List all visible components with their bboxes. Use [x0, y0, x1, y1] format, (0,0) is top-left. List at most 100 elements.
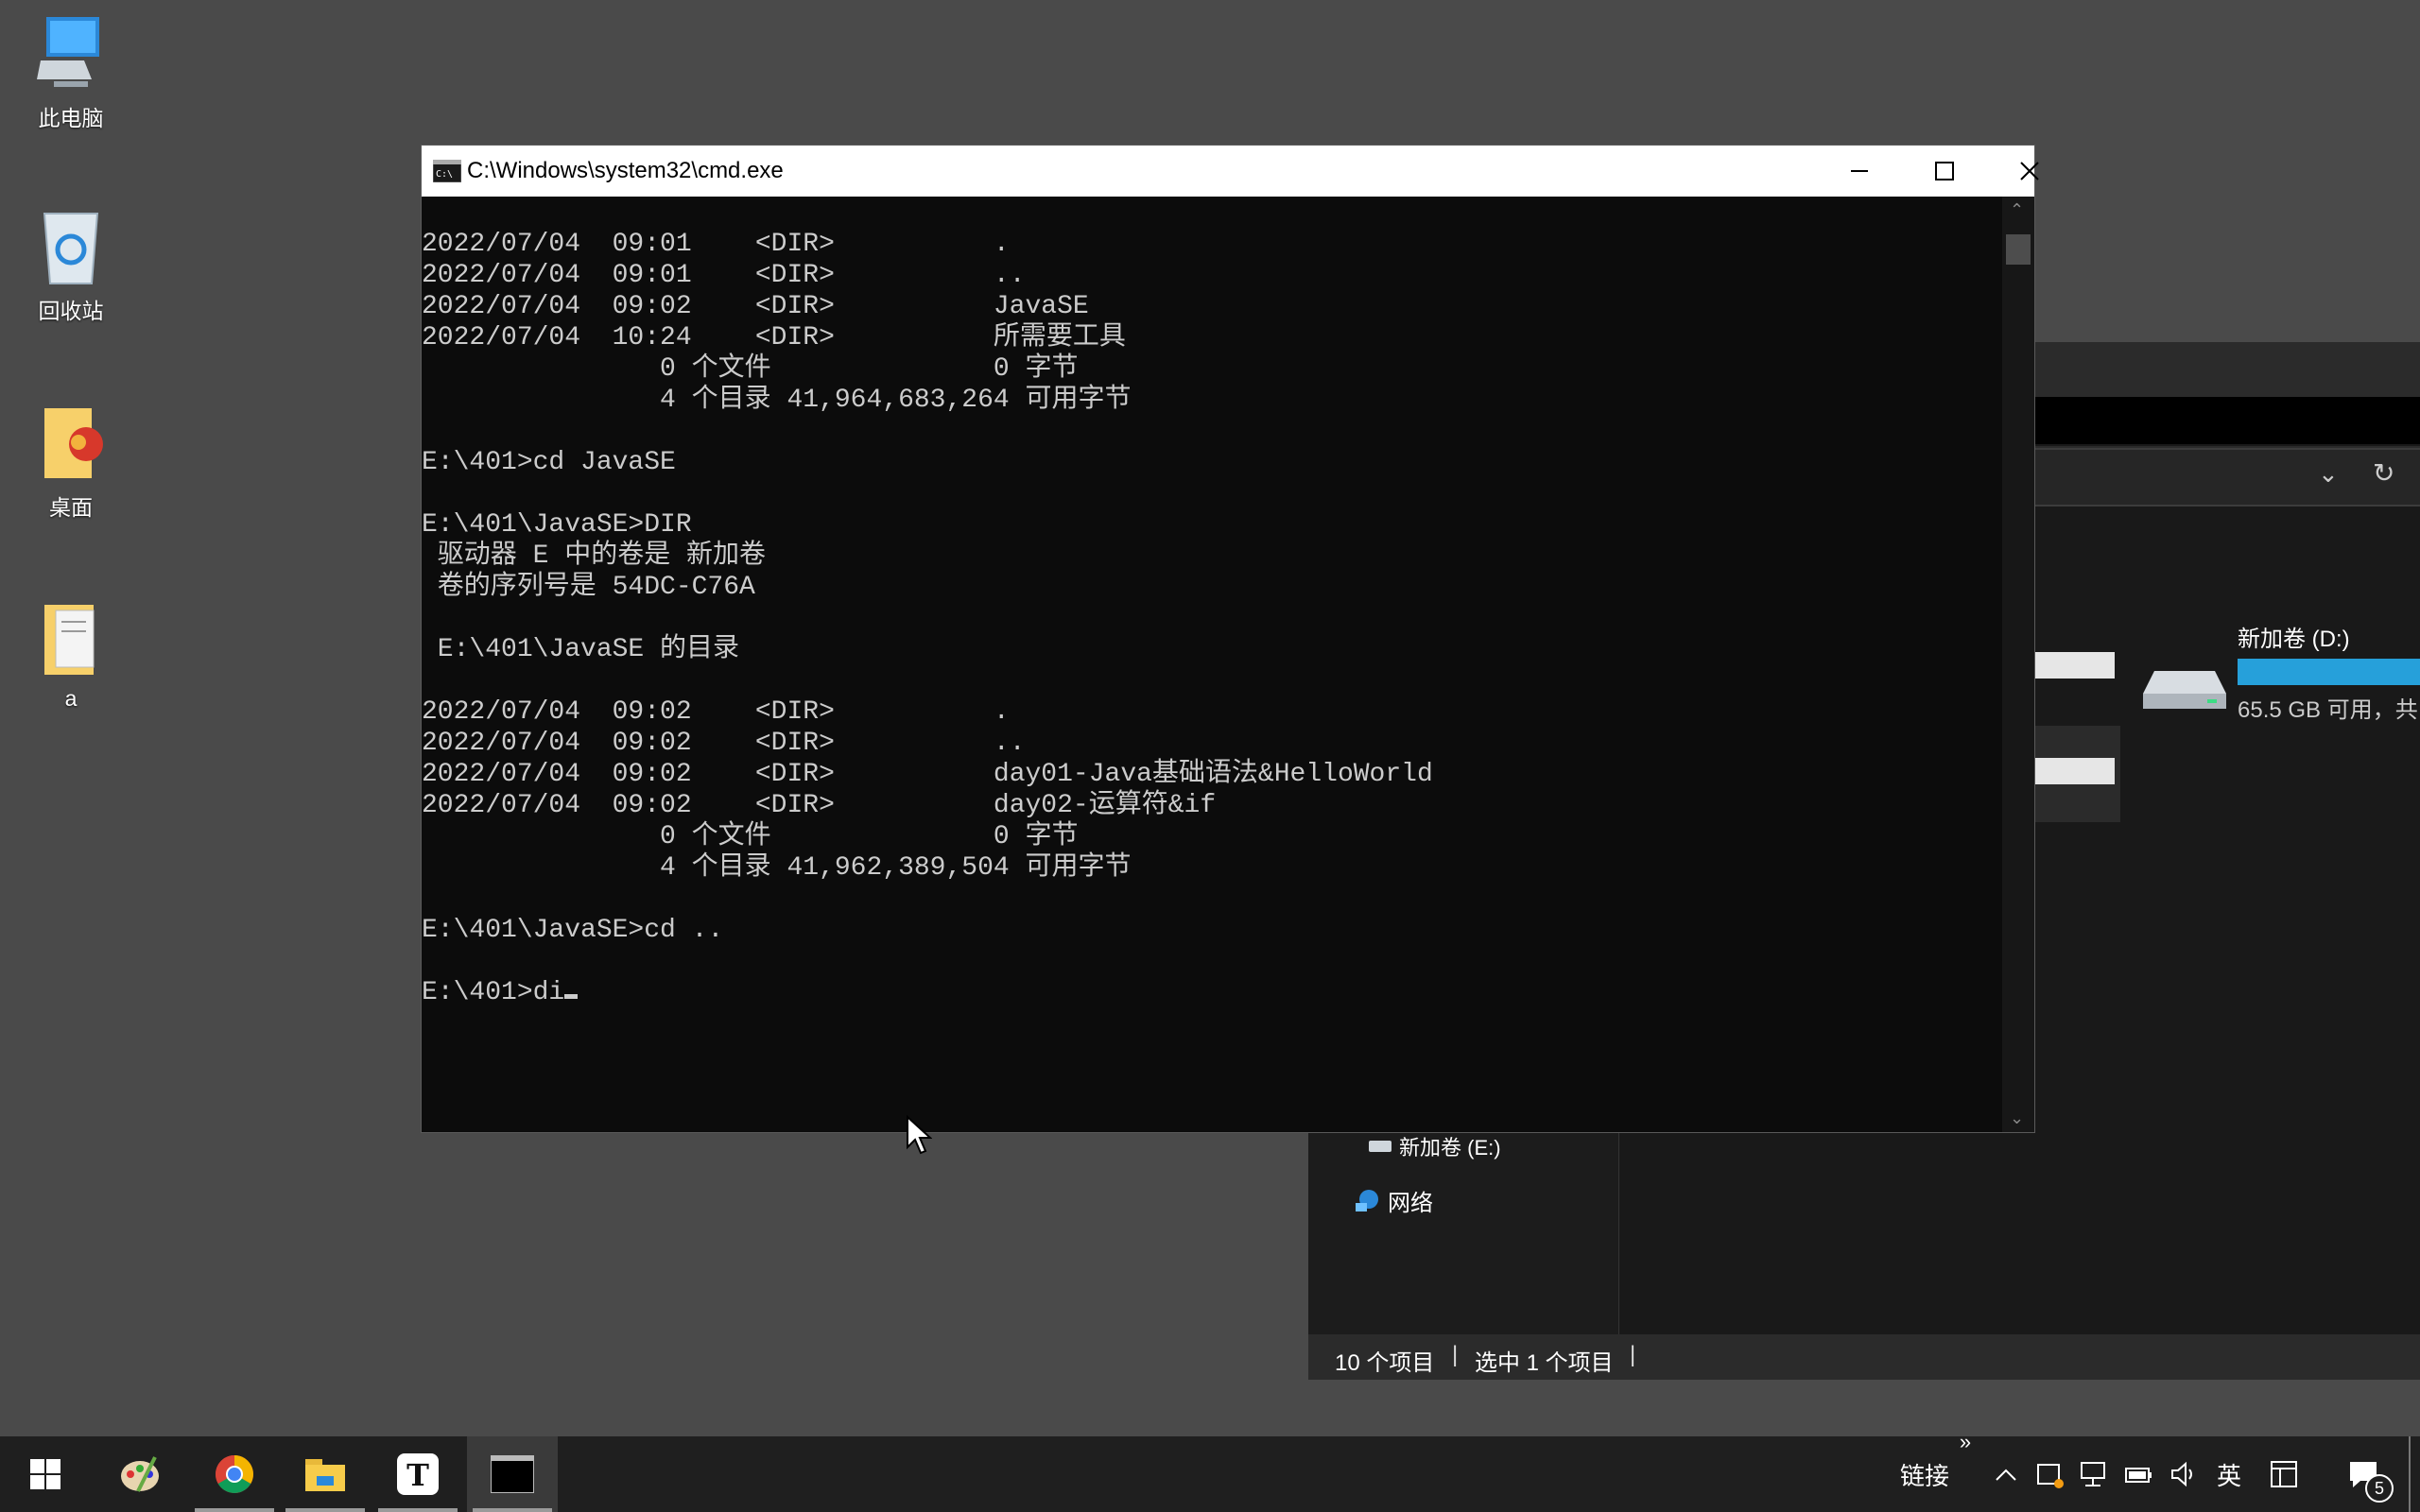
cmd-line: 4 个目录 41,964,683,264 可用字节 [422, 386, 1132, 415]
start-button[interactable] [0, 1436, 91, 1512]
hard-drive-icon [2143, 671, 2226, 709]
cmd-icon: C:\ [433, 160, 461, 182]
taskbar-app-typora[interactable]: T [372, 1436, 463, 1512]
scroll-up-icon[interactable]: ⌃ [2010, 200, 2024, 220]
running-indicator [378, 1508, 458, 1512]
drive-d-tile[interactable]: 新加卷 (D:) 65.5 GB 可用，共 [2238, 620, 2420, 724]
cmd-title-bar[interactable]: C:\ C:\Windows\system32\cmd.exe [422, 146, 2039, 197]
ime-label: 英 [2216, 1461, 2241, 1490]
taskbar-app-file-explorer[interactable] [280, 1436, 371, 1512]
scroll-down-icon[interactable]: ⌄ [2010, 1108, 2024, 1128]
desktop-icon-folder-a[interactable]: a [19, 599, 123, 712]
taskbar-app-chrome[interactable] [189, 1436, 280, 1512]
cmd-icon [491, 1455, 534, 1493]
ime-language-button[interactable]: 英 [2210, 1436, 2248, 1512]
selected-tile-bg [2035, 726, 2120, 822]
battery-icon [2125, 1468, 2152, 1483]
cmd-window-title: C:\Windows\system32\cmd.exe [467, 158, 784, 183]
chevron-down-icon[interactable]: ⌄ [2318, 459, 2339, 489]
speaker-icon [2171, 1461, 2192, 1487]
cmd-line: 2022/07/04 09:02 <DIR> day01-Java基础语法&He… [422, 760, 1433, 789]
notification-center-button[interactable]: 5 [2335, 1436, 2394, 1512]
network-icon [1356, 1189, 1378, 1211]
nav-item-drive-e[interactable]: 新加卷 (E:) [1369, 1131, 1501, 1161]
paint-icon [121, 1456, 159, 1492]
running-indicator [195, 1508, 274, 1512]
cmd-line: 2022/07/04 09:01 <DIR> . [422, 230, 1010, 259]
cmd-window[interactable]: C:\ C:\Windows\system32\cmd.exe 2022/07/… [421, 145, 2039, 1133]
chevron-up-icon [1996, 1469, 2016, 1481]
cmd-line: E:\401\JavaSE>cd .. [422, 916, 724, 945]
desktop-icon-label: 回收站 [38, 299, 104, 323]
scrollbar-thumb[interactable] [2006, 234, 2031, 265]
drive-d-free-space: 65.5 GB 可用，共 [2238, 697, 2418, 723]
show-hidden-icons-button[interactable] [1989, 1436, 2023, 1512]
cmd-line: 2022/07/04 09:01 <DIR> .. [422, 261, 1026, 290]
svg-text:C:\: C:\ [436, 169, 453, 180]
update-icon [2037, 1464, 2064, 1488]
toolbar-overflow-button[interactable]: » [1951, 1423, 1979, 1461]
ime-mode-icon [2271, 1461, 2297, 1487]
svg-text:T: T [406, 1457, 429, 1493]
typora-icon: T [397, 1453, 439, 1495]
status-selected-count: 选中 1 个项目 [1475, 1350, 1614, 1376]
drive-icon [1369, 1141, 1392, 1152]
overflow-label: » [1959, 1430, 1972, 1453]
maximize-button[interactable] [1902, 146, 1987, 197]
cmd-line: 驱动器 E 中的卷是 新加卷 [422, 541, 767, 571]
drive-d-usage-bar [2238, 659, 2420, 685]
cmd-line: E:\401>cd JavaSE [422, 448, 676, 477]
close-icon [2020, 162, 2039, 180]
cmd-line: 2022/07/04 09:02 <DIR> . [422, 697, 1010, 727]
desktop-icon-label: a [64, 686, 78, 711]
cmd-line: 0 个文件 0 字节 [422, 354, 1079, 384]
taskbar-app-paint[interactable] [95, 1436, 185, 1512]
nav-item-network[interactable]: 网络 [1354, 1184, 1433, 1217]
explorer-status-bar: 10 个项目 | 选中 1 个项目 | [1308, 1334, 2420, 1380]
file-explorer-icon [305, 1459, 345, 1491]
status-item-count: 10 个项目 [1335, 1350, 1435, 1376]
links-label: 链接 [1899, 1461, 1949, 1490]
nav-item-label: 网络 [1388, 1191, 1433, 1216]
taskbar-app-cmd[interactable] [467, 1436, 558, 1512]
battery-status[interactable] [2121, 1436, 2155, 1512]
network-status[interactable] [2076, 1436, 2110, 1512]
minimize-icon [1851, 170, 1868, 172]
running-indicator [473, 1508, 552, 1512]
cmd-line: 2022/07/04 09:02 <DIR> JavaSE [422, 292, 1089, 321]
cmd-line: 0 个文件 0 字节 [422, 822, 1079, 851]
cmd-line: 2022/07/04 10:24 <DIR> 所需要工具 [422, 323, 1126, 352]
volume-control[interactable] [2167, 1436, 2201, 1512]
drive-d-name: 新加卷 (D:) [2238, 627, 2350, 652]
close-button[interactable] [1987, 146, 2072, 197]
taskbar: T 链接 » 英 5 [0, 1430, 2420, 1512]
chrome-icon [216, 1455, 253, 1493]
desktop-icon-desktop-folder[interactable]: 桌面 [19, 403, 123, 522]
status-separator: | [1630, 1342, 1636, 1367]
text-cursor [564, 994, 579, 999]
show-desktop-button[interactable] [2409, 1436, 2420, 1512]
desktop-icon-label: 桌面 [49, 495, 93, 520]
vertical-scrollbar[interactable]: ⌃ ⌄ [2002, 197, 2034, 1132]
cmd-line: 2022/07/04 09:02 <DIR> .. [422, 729, 1026, 758]
desktop-icon-this-pc[interactable]: 此电脑 [19, 11, 123, 132]
start-icon [30, 1459, 60, 1489]
minimize-button[interactable] [1817, 146, 1902, 197]
notification-count: 5 [2365, 1474, 2394, 1503]
computer-icon [37, 17, 99, 87]
folder-icon [44, 605, 95, 675]
selected-tile-fragment [2035, 652, 2115, 679]
refresh-icon[interactable]: ↻ [2373, 457, 2394, 489]
cmd-output[interactable]: 2022/07/04 09:01 <DIR> . 2022/07/04 09:0… [422, 229, 1433, 1008]
desktop-icon-label: 此电脑 [38, 106, 104, 130]
cmd-line: E:\401\JavaSE>DIR [422, 510, 692, 540]
tray-app-icon[interactable] [2032, 1436, 2066, 1512]
mouse-pointer-icon [907, 1115, 932, 1155]
recycle-bin-icon [43, 213, 99, 284]
cmd-line: 2022/07/04 09:02 <DIR> day02-运算符&if [422, 791, 1217, 820]
explorer-nav-pane: 新加卷 (E:) 网络 [1308, 1133, 1619, 1334]
desktop-icon-recycle-bin[interactable]: 回收站 [19, 206, 123, 325]
status-separator: | [1452, 1342, 1459, 1367]
cmd-line: 4 个目录 41,962,389,504 可用字节 [422, 853, 1132, 883]
ime-mode-button[interactable] [2265, 1436, 2303, 1512]
